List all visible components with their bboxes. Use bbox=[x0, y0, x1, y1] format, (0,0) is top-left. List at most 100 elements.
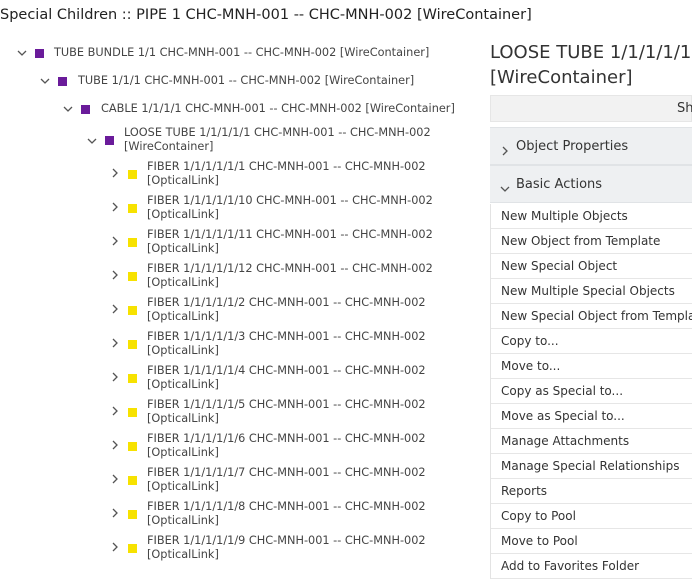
tree-node-fiber[interactable]: FIBER 1/1/1/1/1/1 CHC-MNH-001 -- CHC-MNH… bbox=[108, 160, 468, 188]
chevron-right-icon[interactable] bbox=[108, 540, 122, 554]
tree-node-loose-tube[interactable]: LOOSE TUBE 1/1/1/1/1 CHC-MNH-001 -- CHC-… bbox=[85, 126, 475, 154]
optical-link-square-icon bbox=[128, 238, 137, 247]
tree-node-fiber[interactable]: FIBER 1/1/1/1/1/11 CHC-MNH-001 -- CHC-MN… bbox=[108, 228, 468, 256]
tree-node-label-line2: [OpticalLink] bbox=[147, 479, 219, 493]
chevron-right-icon[interactable] bbox=[108, 302, 122, 316]
tree-node-label: FIBER 1/1/1/1/1/12 CHC-MNH-001 -- CHC-MN… bbox=[147, 262, 433, 289]
tree-node-label-line1: FIBER 1/1/1/1/1/3 CHC-MNH-001 -- CHC-MNH… bbox=[147, 330, 426, 343]
chevron-down-icon bbox=[500, 179, 510, 192]
action-item[interactable]: Copy to Pool bbox=[491, 504, 692, 529]
chevron-down-icon[interactable] bbox=[85, 134, 99, 148]
optical-link-square-icon bbox=[128, 374, 137, 383]
optical-link-square-icon bbox=[128, 544, 137, 553]
tree-node-label-line2: [OpticalLink] bbox=[147, 445, 219, 459]
special-children-window: Special Children :: PIPE 1 CHC-MNH-001 -… bbox=[0, 0, 692, 581]
optical-link-square-icon bbox=[128, 204, 137, 213]
detail-title-line1: LOOSE TUBE 1/1/1/1/1 CHC-MNH-001 -- CHC-… bbox=[490, 42, 692, 63]
chevron-right-icon[interactable] bbox=[108, 336, 122, 350]
accordion-basic-actions[interactable]: Basic Actions bbox=[490, 165, 692, 203]
tree-node-label-line2: [OpticalLink] bbox=[147, 513, 219, 527]
tree-node-label: FIBER 1/1/1/1/1/4 CHC-MNH-001 -- CHC-MNH… bbox=[147, 364, 426, 391]
tree-node-label-line2: [OpticalLink] bbox=[147, 411, 219, 425]
tree-node-label: TUBE 1/1/1 CHC-MNH-001 -- CHC-MNH-002 [W… bbox=[78, 74, 415, 87]
tree-node-label: FIBER 1/1/1/1/1/5 CHC-MNH-001 -- CHC-MNH… bbox=[147, 398, 426, 425]
optical-link-square-icon bbox=[128, 272, 137, 281]
tree-node-fiber[interactable]: FIBER 1/1/1/1/1/5 CHC-MNH-001 -- CHC-MNH… bbox=[108, 398, 468, 426]
chevron-down-icon[interactable] bbox=[15, 46, 29, 60]
action-item[interactable]: New Object from Template bbox=[491, 229, 692, 254]
tree-node-fiber[interactable]: FIBER 1/1/1/1/1/6 CHC-MNH-001 -- CHC-MNH… bbox=[108, 432, 468, 460]
tree-node-fiber[interactable]: FIBER 1/1/1/1/1/7 CHC-MNH-001 -- CHC-MNH… bbox=[108, 466, 468, 494]
action-item[interactable]: Move to Pool bbox=[491, 529, 692, 554]
chevron-right-icon[interactable] bbox=[108, 268, 122, 282]
optical-link-square-icon bbox=[128, 442, 137, 451]
tree-node-tube-bundle[interactable]: TUBE BUNDLE 1/1 CHC-MNH-001 -- CHC-MNH-0… bbox=[15, 46, 455, 60]
chevron-right-icon[interactable] bbox=[108, 370, 122, 384]
tree-node-label: FIBER 1/1/1/1/1/6 CHC-MNH-001 -- CHC-MNH… bbox=[147, 432, 426, 459]
tree-node-fiber[interactable]: FIBER 1/1/1/1/1/10 CHC-MNH-001 -- CHC-MN… bbox=[108, 194, 468, 222]
tree-node-label-line2: [OpticalLink] bbox=[147, 309, 219, 323]
tree-node-label: FIBER 1/1/1/1/1/3 CHC-MNH-001 -- CHC-MNH… bbox=[147, 330, 426, 357]
show-button[interactable]: Sh bbox=[677, 101, 692, 116]
tree-node-label-line1: FIBER 1/1/1/1/1/2 CHC-MNH-001 -- CHC-MNH… bbox=[147, 296, 426, 309]
tree-node-label: TUBE BUNDLE 1/1 CHC-MNH-001 -- CHC-MNH-0… bbox=[54, 46, 430, 59]
tree-node-fiber[interactable]: FIBER 1/1/1/1/1/12 CHC-MNH-001 -- CHC-MN… bbox=[108, 262, 468, 290]
tree-node-label: FIBER 1/1/1/1/1/8 CHC-MNH-001 -- CHC-MNH… bbox=[147, 500, 426, 527]
chevron-right-icon[interactable] bbox=[108, 234, 122, 248]
optical-link-square-icon bbox=[128, 476, 137, 485]
container-square-icon bbox=[58, 77, 67, 86]
tree-node-label-line2: [WireContainer] bbox=[124, 139, 214, 153]
tree-node-cable[interactable]: CABLE 1/1/1/1 CHC-MNH-001 -- CHC-MNH-002… bbox=[61, 102, 471, 116]
optical-link-square-icon bbox=[128, 510, 137, 519]
chevron-right-icon[interactable] bbox=[108, 166, 122, 180]
action-item[interactable]: New Special Object bbox=[491, 254, 692, 279]
tree-node-label-line2: [OpticalLink] bbox=[147, 547, 219, 561]
basic-actions-list: New Multiple Objects New Object from Temp… bbox=[490, 204, 692, 579]
tree-node-label: FIBER 1/1/1/1/1/2 CHC-MNH-001 -- CHC-MNH… bbox=[147, 296, 426, 323]
detail-title-line2: [WireContainer] bbox=[490, 67, 633, 88]
action-item[interactable]: New Multiple Objects bbox=[491, 204, 692, 229]
tree-node-label-line2: [OpticalLink] bbox=[147, 343, 219, 357]
chevron-right-icon bbox=[500, 141, 510, 156]
container-square-icon bbox=[105, 136, 114, 145]
tree-node-label: CABLE 1/1/1/1 CHC-MNH-001 -- CHC-MNH-002… bbox=[101, 102, 455, 115]
accordion-object-properties[interactable]: Object Properties bbox=[490, 127, 692, 165]
action-item[interactable]: Reports bbox=[491, 479, 692, 504]
action-item[interactable]: Move as Special to... bbox=[491, 404, 692, 429]
action-item[interactable]: Copy as Special to... bbox=[491, 379, 692, 404]
tree-node-label-line2: [OpticalLink] bbox=[147, 275, 219, 289]
chevron-right-icon[interactable] bbox=[108, 506, 122, 520]
children-tree: TUBE BUNDLE 1/1 CHC-MNH-001 -- CHC-MNH-0… bbox=[0, 0, 480, 581]
tree-node-label: FIBER 1/1/1/1/1/7 CHC-MNH-001 -- CHC-MNH… bbox=[147, 466, 426, 493]
tree-node-fiber[interactable]: FIBER 1/1/1/1/1/3 CHC-MNH-001 -- CHC-MNH… bbox=[108, 330, 468, 358]
action-item[interactable]: Add to Favorites Folder bbox=[491, 554, 692, 579]
chevron-right-icon[interactable] bbox=[108, 438, 122, 452]
action-item[interactable]: Move to... bbox=[491, 354, 692, 379]
tree-node-fiber[interactable]: FIBER 1/1/1/1/1/2 CHC-MNH-001 -- CHC-MNH… bbox=[108, 296, 468, 324]
action-item[interactable]: Manage Special Relationships bbox=[491, 454, 692, 479]
action-item[interactable]: Manage Attachments bbox=[491, 429, 692, 454]
detail-title: LOOSE TUBE 1/1/1/1/1 CHC-MNH-001 -- CHC-… bbox=[490, 40, 692, 90]
tree-node-label-line2: [OpticalLink] bbox=[147, 207, 219, 221]
tree-node-fiber[interactable]: FIBER 1/1/1/1/1/8 CHC-MNH-001 -- CHC-MNH… bbox=[108, 500, 468, 528]
chevron-right-icon[interactable] bbox=[108, 404, 122, 418]
chevron-right-icon[interactable] bbox=[108, 472, 122, 486]
tree-node-tube[interactable]: TUBE 1/1/1 CHC-MNH-001 -- CHC-MNH-002 [W… bbox=[38, 74, 458, 88]
tree-node-fiber[interactable]: FIBER 1/1/1/1/1/4 CHC-MNH-001 -- CHC-MNH… bbox=[108, 364, 468, 392]
action-item[interactable]: New Special Object from Template bbox=[491, 304, 692, 329]
optical-link-square-icon bbox=[128, 340, 137, 349]
container-square-icon bbox=[35, 49, 44, 58]
chevron-right-icon[interactable] bbox=[108, 200, 122, 214]
tree-node-label-line1: FIBER 1/1/1/1/1/6 CHC-MNH-001 -- CHC-MNH… bbox=[147, 432, 426, 445]
tree-node-label: LOOSE TUBE 1/1/1/1/1 CHC-MNH-001 -- CHC-… bbox=[124, 126, 431, 153]
action-item[interactable]: Copy to... bbox=[491, 329, 692, 354]
show-bar[interactable]: Sh bbox=[490, 95, 692, 122]
tree-node-label: FIBER 1/1/1/1/1/10 CHC-MNH-001 -- CHC-MN… bbox=[147, 194, 433, 221]
tree-node-fiber[interactable]: FIBER 1/1/1/1/1/9 CHC-MNH-001 -- CHC-MNH… bbox=[108, 534, 468, 562]
chevron-down-icon[interactable] bbox=[38, 74, 52, 88]
tree-node-label-line1: FIBER 1/1/1/1/1/5 CHC-MNH-001 -- CHC-MNH… bbox=[147, 398, 426, 411]
chevron-down-icon[interactable] bbox=[61, 102, 75, 116]
accordion-label: Object Properties bbox=[516, 139, 629, 154]
tree-node-label-line1: FIBER 1/1/1/1/1/8 CHC-MNH-001 -- CHC-MNH… bbox=[147, 500, 426, 513]
action-item[interactable]: New Multiple Special Objects bbox=[491, 279, 692, 304]
